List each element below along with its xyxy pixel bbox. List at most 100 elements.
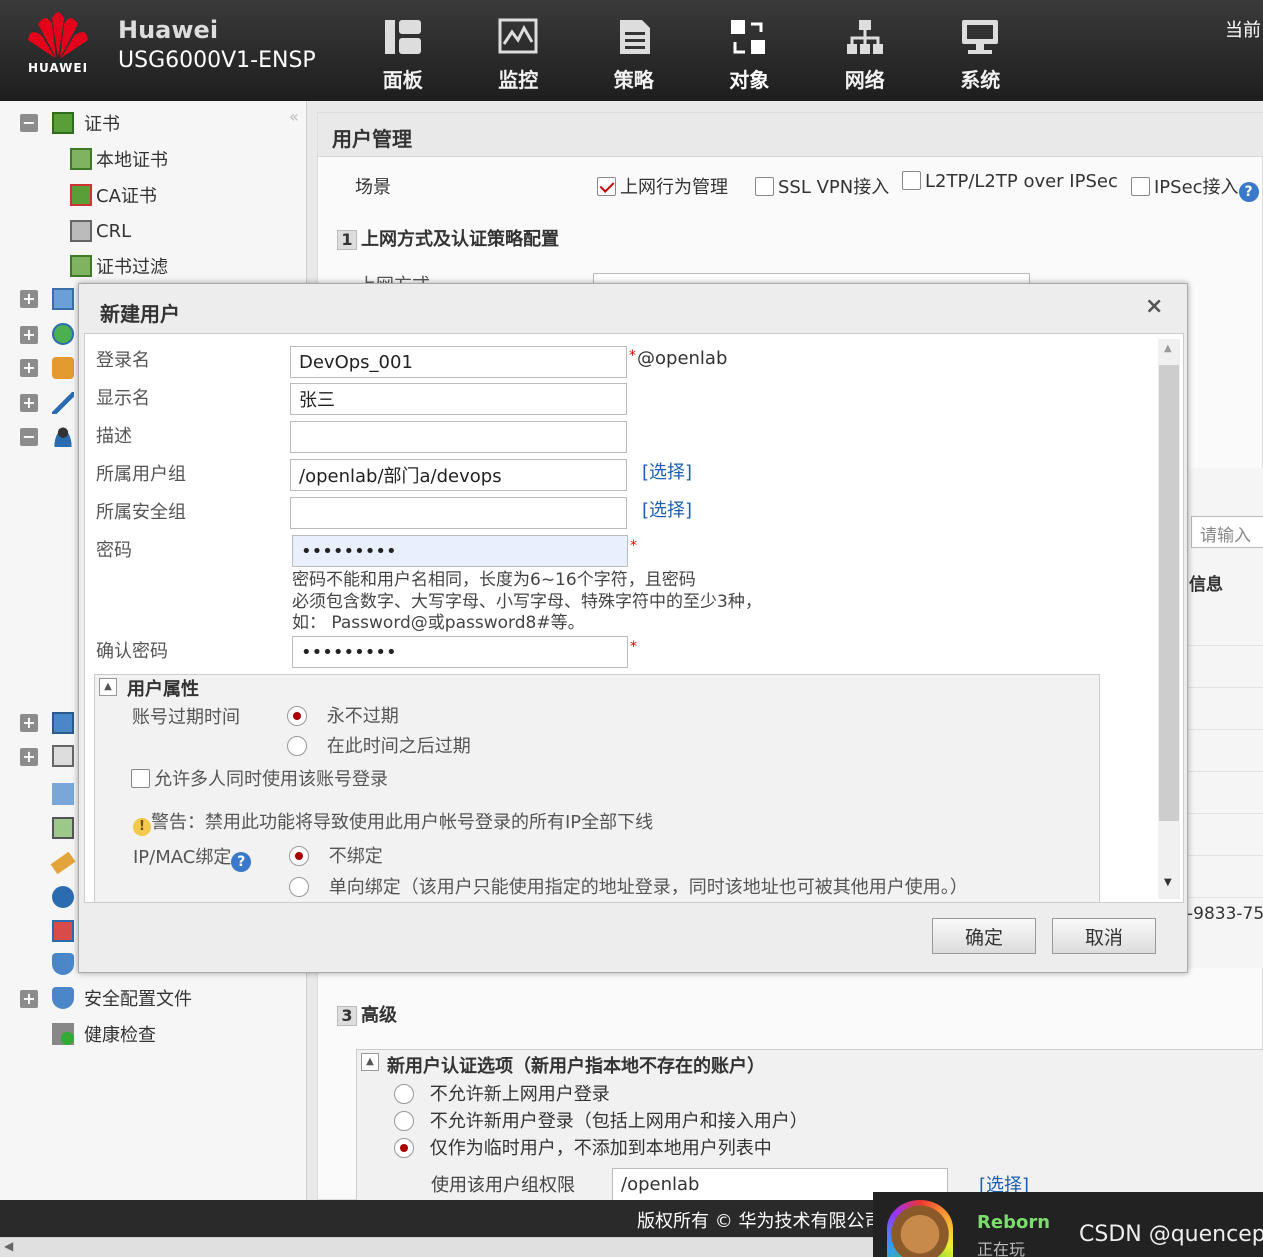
security-group-input[interactable] [290,497,627,529]
checkbox-icon[interactable] [131,769,150,788]
expire-after-option[interactable]: 在此时间之后过期 [287,732,471,758]
tree-expand-icon[interactable]: + [20,990,38,1008]
radio-selected-icon[interactable] [394,1138,414,1158]
database-icon[interactable] [52,886,74,908]
shield-icon[interactable] [52,953,74,975]
table-row[interactable] [1187,856,1263,898]
tree-item-security-profile[interactable]: 安全配置文件 [52,984,192,1012]
tree-expand-icon[interactable]: + [20,394,38,412]
confirm-password-input[interactable] [292,636,628,668]
adv-option-deny-internet[interactable]: 不允许新上网用户登录 [394,1080,610,1106]
checkbox-icon[interactable] [1131,177,1150,196]
scroll-up-icon[interactable]: ▲ [1164,343,1172,354]
tree-item-cert[interactable]: 证书 [52,109,120,137]
table-row[interactable] [1187,814,1263,856]
computer-icon[interactable] [52,288,74,310]
ok-button[interactable]: 确定 [932,918,1036,954]
globe-icon[interactable] [52,323,74,345]
table-row[interactable] [1187,730,1263,772]
user-group-select-link[interactable]: [选择] [642,458,692,484]
checkbox-checked-icon[interactable] [597,177,616,196]
tree-expand-icon[interactable]: + [20,326,38,344]
header-current-user[interactable]: 当前 [1225,16,1261,42]
nav-system[interactable]: 系统 [923,18,1039,93]
collapse-triangle-icon[interactable]: ▲ [361,1053,379,1071]
password-hint-line: 必须包含数字、大写字母、小写字母、特殊字符中的至少3种， [292,591,762,612]
multi-login-option[interactable]: 允许多人同时使用该账号登录 [131,765,388,791]
display-name-input[interactable] [290,383,627,415]
grid-icon[interactable] [52,920,74,942]
scene-ssl-vpn[interactable]: SSL VPN接入 [755,173,889,199]
nav-network[interactable]: 网络 [807,18,923,93]
radio-icon[interactable] [394,1111,414,1131]
table-row[interactable] [1187,688,1263,730]
certificate-icon [52,112,74,134]
security-group-select-link[interactable]: [选择] [642,496,692,522]
user-icon[interactable] [52,425,74,447]
tree-collapse-icon[interactable]: − [20,114,38,132]
help-icon[interactable]: ? [231,852,252,872]
tree-expand-icon[interactable]: + [20,290,38,308]
user-group-label: 所属用户组 [96,464,186,485]
password-input[interactable] [292,535,628,567]
server-icon[interactable] [52,745,74,767]
login-domain-suffix: @openlab [637,348,728,369]
table-row[interactable] [1187,646,1263,688]
tag-icon[interactable] [50,851,76,875]
tree-item-health-check[interactable]: 健康检查 [52,1020,156,1048]
route-icon[interactable] [52,392,74,414]
help-icon[interactable]: ? [1238,182,1259,202]
search-input[interactable]: 请输入 [1191,516,1263,548]
schedule-icon[interactable] [52,817,74,839]
tree-expand-icon[interactable]: + [20,748,38,766]
tree-item-ca-cert[interactable]: CA证书 [70,181,157,209]
nav-policy[interactable]: 策略 [576,18,692,93]
checkbox-icon[interactable] [902,171,921,190]
tree-item-cert-filter[interactable]: 证书过滤 [70,252,168,280]
network-icon [846,20,883,54]
logo-text: HUAWEI [28,61,89,75]
expire-never-option[interactable]: 永不过期 [287,702,399,728]
section-1-header: 1 上网方式及认证策略配置 [337,225,559,251]
scroll-left-icon[interactable]: ◀ [4,1239,13,1253]
radio-selected-icon[interactable] [287,706,307,726]
bind-none-option[interactable]: 不绑定 [289,842,383,868]
login-name-input[interactable] [290,346,627,378]
scene-ipsec[interactable]: IPSec接入? [1131,173,1259,202]
nav-dashboard[interactable]: 面板 [345,18,461,93]
description-input[interactable] [290,421,627,453]
table-row[interactable] [1187,772,1263,814]
table-row[interactable] [1187,604,1263,646]
dialog-vertical-scrollbar[interactable]: ▲ ▼ [1158,339,1180,899]
radio-selected-icon[interactable] [289,846,309,866]
tree-expand-icon[interactable]: + [20,714,38,732]
scene-l2tp[interactable]: L2TP/L2TP over IPSec [902,171,1118,192]
tree-item-local-cert[interactable]: 本地证书 [70,145,168,173]
tree-item-crl[interactable]: CRL [70,217,131,245]
adv-option-temporary[interactable]: 仅作为临时用户，不添加到本地用户列表中 [394,1134,772,1160]
nav-monitor[interactable]: 监控 [461,18,577,93]
user-group-input[interactable] [290,459,627,491]
radio-icon[interactable] [287,736,307,756]
nav-object[interactable]: 对象 [692,18,808,93]
tree-collapse-icon[interactable]: − [20,428,38,446]
collapse-triangle-icon[interactable]: ▲ [99,678,117,696]
cancel-button[interactable]: 取消 [1052,918,1156,954]
service-icon[interactable] [52,783,74,805]
health-check-icon [52,1023,74,1045]
close-icon[interactable]: × [1145,294,1163,319]
radio-icon[interactable] [394,1084,414,1104]
devices-icon[interactable] [52,712,74,734]
tree-expand-icon[interactable]: + [20,359,38,377]
bind-oneway-option[interactable]: 单向绑定（该用户只能使用指定的地址登录，同时该地址也可被其他用户使用。） [289,873,968,899]
adv-option-deny-all[interactable]: 不允许新用户登录（包括上网用户和接入用户） [394,1107,808,1133]
user-attributes-title: 用户属性 [127,679,199,700]
scrollbar-thumb[interactable] [1159,365,1179,821]
collapse-sidebar-icon[interactable]: « [289,107,299,126]
scroll-down-icon[interactable]: ▼ [1164,877,1172,888]
scene-internet-behavior[interactable]: 上网行为管理 [597,173,728,199]
folder-icon[interactable] [52,357,74,379]
checkbox-icon[interactable] [755,177,774,196]
section-1-field-label: 上网方式 [358,271,430,283]
radio-icon[interactable] [289,877,309,897]
